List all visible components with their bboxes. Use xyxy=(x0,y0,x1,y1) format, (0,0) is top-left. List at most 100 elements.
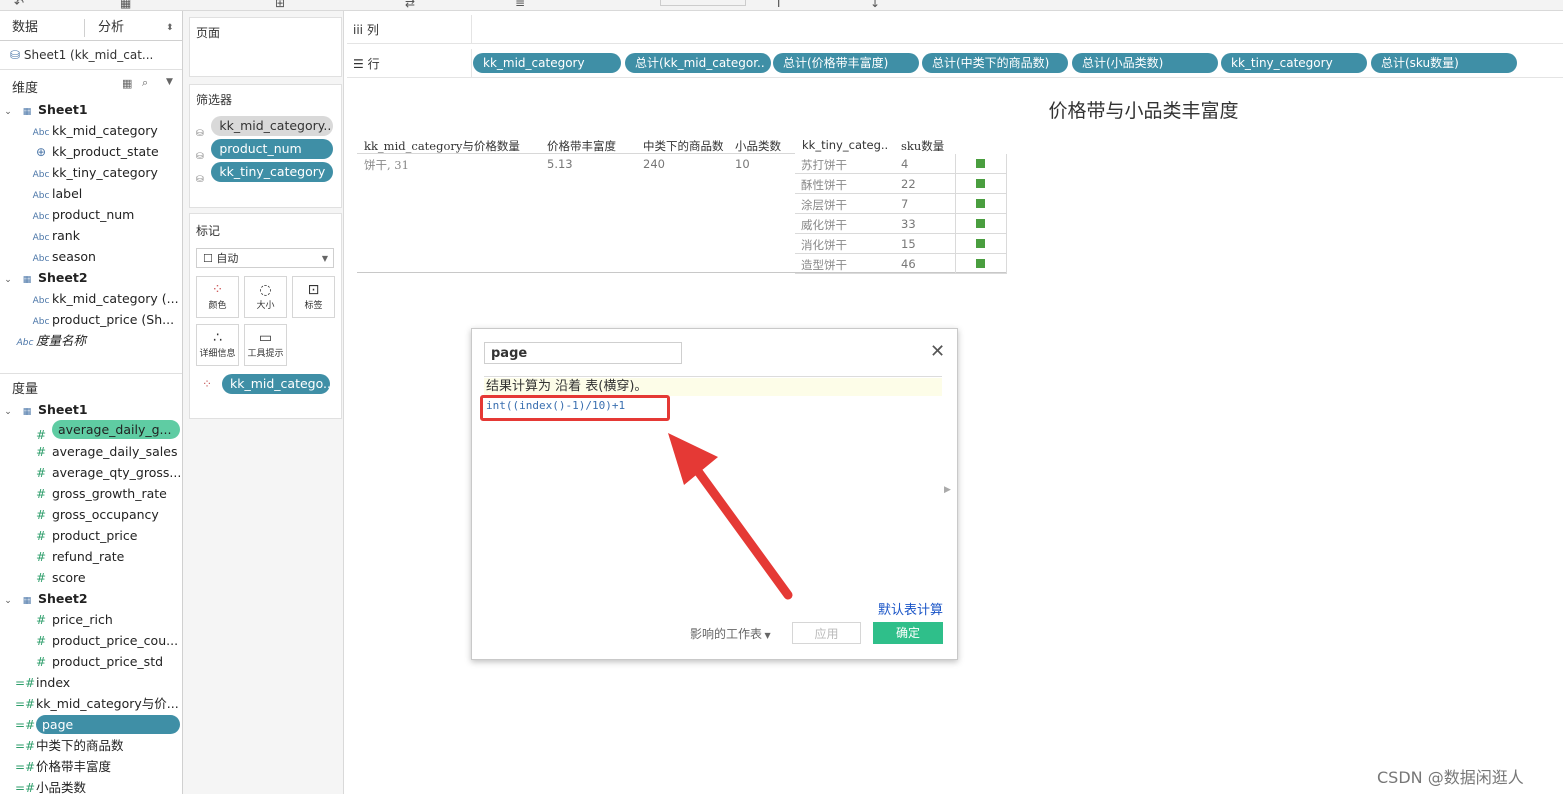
chevron-down-icon[interactable]: ⌄ xyxy=(0,270,16,291)
marks-card[interactable]: 标记 ☐ 自动 ▼ ⁘ 颜色 ◌ 大小 ⊡ 标签 ∴ 详细信息 ▭ 工具提示 ⁘… xyxy=(189,213,342,419)
calculated-field[interactable]: =#中类下的商品数 xyxy=(14,735,124,756)
filter-pill[interactable]: kk_mid_category.. xyxy=(211,116,334,136)
measure-group[interactable]: ⌄ ▦ Sheet2 xyxy=(0,588,87,612)
dimension-field[interactable]: Abc product_price (Sh... xyxy=(30,309,175,330)
dimension-group[interactable]: ⌄ ▦ Sheet2 xyxy=(0,267,87,291)
rows-shelf[interactable]: ☰ 行 kk_mid_category 总计(kk_mid_categor.. 总计… xyxy=(347,49,1563,78)
col-header[interactable]: kk_mid_category与价格数量 xyxy=(364,138,520,154)
tiny-category-cell[interactable]: 威化饼干 xyxy=(801,217,847,233)
col-header[interactable]: 小品类数 xyxy=(735,138,781,154)
sort-icon[interactable]: ≡ xyxy=(515,0,525,10)
col-header[interactable]: kk_tiny_categ.. xyxy=(802,138,888,152)
row-shelf-pill[interactable]: kk_tiny_category xyxy=(1221,53,1367,73)
sku-count-cell[interactable]: 7 xyxy=(901,197,908,211)
mid-category-cell[interactable]: 饼干, 31 xyxy=(364,157,409,173)
pin-icon[interactable]: ↧ xyxy=(870,0,880,10)
col-header[interactable]: sku数量 xyxy=(901,138,944,154)
sku-mark[interactable] xyxy=(976,219,985,228)
dimension-field[interactable]: Abc label xyxy=(30,183,83,204)
search-icon[interactable]: ⌕ xyxy=(142,76,148,90)
dimension-field[interactable]: ⊕ kk_product_state xyxy=(30,141,159,162)
close-icon[interactable]: ✕ xyxy=(930,341,945,362)
dimension-field[interactable]: Abc kk_mid_category (... xyxy=(30,288,179,309)
sku-count-cell[interactable]: 15 xyxy=(901,237,916,251)
tab-analytics[interactable]: 分析 xyxy=(98,16,124,40)
ok-button[interactable]: 确定 xyxy=(873,622,943,644)
calculated-field[interactable]: =#价格带丰富度 xyxy=(14,756,111,777)
tiny-category-cell[interactable]: 酥性饼干 xyxy=(801,177,847,193)
dimension-field[interactable]: Abc rank xyxy=(30,225,80,246)
view-toggle-icon[interactable]: ▦ xyxy=(122,77,132,90)
sku-count-cell[interactable]: 46 xyxy=(901,257,916,271)
tiny-count-cell[interactable]: 10 xyxy=(735,157,750,171)
measure-field[interactable]: # refund_rate xyxy=(30,546,124,567)
selected-field-pill[interactable]: average_daily_g... xyxy=(52,420,180,439)
row-shelf-pill[interactable]: 总计(小品类数) xyxy=(1072,53,1218,73)
tab-menu-icon[interactable]: ⬍ xyxy=(166,16,174,40)
measure-field[interactable]: # product_price_std xyxy=(30,651,163,672)
dimension-field[interactable]: Abc kk_mid_category xyxy=(30,120,158,141)
sku-mark[interactable] xyxy=(976,159,985,168)
sku-count-cell[interactable]: 33 xyxy=(901,217,916,231)
size-button[interactable]: ◌ 大小 xyxy=(244,276,287,318)
row-shelf-pill[interactable]: 总计(kk_mid_categor.. xyxy=(625,53,771,73)
measure-names-field[interactable]: Abc 度量名称 xyxy=(14,330,86,351)
filters-card[interactable]: 筛选器 ⛁ kk_mid_category.. ⛁ product_num ⛁ … xyxy=(189,84,342,208)
filter-item[interactable]: ⛁ kk_tiny_category xyxy=(196,162,334,185)
sku-mark[interactable] xyxy=(976,239,985,248)
row-shelf-pill[interactable]: 总计(sku数量) xyxy=(1371,53,1517,73)
calculated-field[interactable]: =# page xyxy=(14,714,180,735)
apply-button[interactable]: 应用 xyxy=(792,622,861,644)
measure-field[interactable]: # average_qty_gross... xyxy=(30,462,181,483)
col-header[interactable]: 中类下的商品数 xyxy=(643,138,724,154)
chevron-down-icon[interactable]: ⌄ xyxy=(0,591,16,612)
sku-mark[interactable] xyxy=(976,179,985,188)
tiny-category-cell[interactable]: 消化饼干 xyxy=(801,237,847,253)
measure-group[interactable]: ⌄ ▦ Sheet1 xyxy=(0,399,87,423)
measure-field[interactable]: # product_price xyxy=(30,525,137,546)
filter-pill[interactable]: product_num xyxy=(211,139,334,159)
measure-field[interactable]: # average_daily_sales xyxy=(30,441,178,462)
calculated-field[interactable]: =#index xyxy=(14,672,70,693)
sku-mark[interactable] xyxy=(976,199,985,208)
dimension-field[interactable]: Abc kk_tiny_category xyxy=(30,162,158,183)
chevron-down-icon[interactable]: ⌄ xyxy=(0,402,16,423)
dimension-field[interactable]: Abc season xyxy=(30,246,96,267)
calculated-field[interactable]: =#小品类数 xyxy=(14,777,86,794)
new-sheet-icon[interactable]: ⊞ xyxy=(275,0,285,10)
calculated-field[interactable]: =#kk_mid_category与价... xyxy=(14,693,179,714)
tab-data[interactable]: 数据 xyxy=(12,16,38,40)
col-header[interactable]: 价格带丰富度 xyxy=(547,138,616,154)
goods-count-cell[interactable]: 240 xyxy=(643,157,665,171)
fit-dropdown[interactable] xyxy=(660,0,746,6)
filter-item[interactable]: ⛁ product_num xyxy=(196,139,334,162)
sku-count-cell[interactable]: 22 xyxy=(901,177,916,191)
chevron-right-icon[interactable]: ▶ xyxy=(944,485,951,495)
sku-count-cell[interactable]: 4 xyxy=(901,157,908,171)
chevron-down-icon[interactable]: ▼ xyxy=(166,77,173,87)
default-table-calc-link[interactable]: 默认表计算 xyxy=(878,599,943,618)
tiny-category-cell[interactable]: 涂层饼干 xyxy=(801,197,847,213)
chart-icon[interactable]: ▦ xyxy=(120,0,131,10)
tiny-category-cell[interactable]: 苏打饼干 xyxy=(801,157,847,173)
sku-mark[interactable] xyxy=(976,259,985,268)
mark-type-select[interactable]: ☐ 自动 ▼ xyxy=(196,248,334,268)
tiny-category-cell[interactable]: 造型饼干 xyxy=(801,257,847,273)
affected-sheets-dropdown[interactable]: 影响的工作表 ▼ xyxy=(690,625,771,642)
undo-icon[interactable]: ↶ xyxy=(14,0,24,10)
dimension-field[interactable]: Abc product_num xyxy=(30,204,135,225)
row-shelf-pill[interactable]: 总计(中类下的商品数) xyxy=(922,53,1068,73)
price-rich-cell[interactable]: 5.13 xyxy=(547,157,573,171)
datasource-row[interactable]: ⛁ Sheet1 (kk_mid_cat... xyxy=(10,48,153,62)
pages-card[interactable]: 页面 xyxy=(189,17,342,77)
labels-icon[interactable]: T xyxy=(775,0,782,10)
tooltip-button[interactable]: ▭ 工具提示 xyxy=(244,324,287,366)
measure-field[interactable]: # gross_growth_rate xyxy=(30,483,167,504)
measure-field[interactable]: # product_price_cou... xyxy=(30,630,178,651)
detail-button[interactable]: ∴ 详细信息 xyxy=(196,324,239,366)
label-button[interactable]: ⊡ 标签 xyxy=(292,276,335,318)
filter-item[interactable]: ⛁ kk_mid_category.. xyxy=(196,116,334,139)
columns-shelf[interactable]: iii 列 xyxy=(347,15,1563,44)
filter-pill[interactable]: kk_tiny_category xyxy=(211,162,334,182)
calc-name-input[interactable]: page xyxy=(484,342,682,364)
